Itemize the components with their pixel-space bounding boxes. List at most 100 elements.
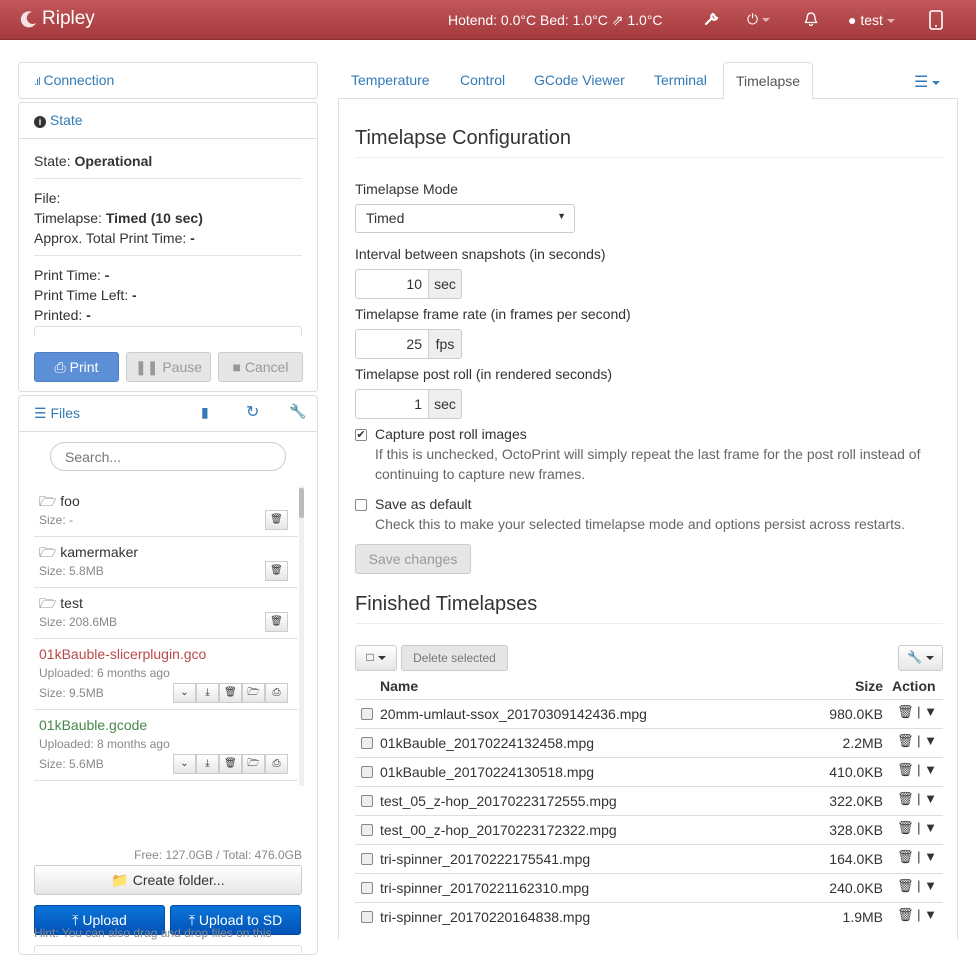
- state-header[interactable]: i State: [19, 103, 317, 139]
- trash-icon[interactable]: 🗑: [897, 704, 914, 719]
- trash-icon[interactable]: 🗑: [897, 849, 914, 864]
- download-icon[interactable]: ▼: [924, 791, 937, 806]
- print-file-button[interactable]: ⎙: [265, 754, 288, 774]
- table-row[interactable]: 20mm-umlaut-ssox_20170309142436.mpg 980.0…: [355, 699, 943, 728]
- col-name-header[interactable]: Name: [380, 678, 418, 694]
- row-checkbox[interactable]: [361, 795, 373, 807]
- bell-icon[interactable]: [804, 11, 818, 30]
- timelapse-file-name[interactable]: tri-spinner_20170220164838.mpg: [380, 909, 590, 925]
- delete-selected-button[interactable]: Delete selected: [401, 645, 508, 671]
- download-button[interactable]: ⤓: [196, 754, 219, 774]
- print-file-button[interactable]: ⎙: [265, 683, 288, 703]
- file-name[interactable]: 01kBauble.gcode: [39, 716, 293, 734]
- select-file-button[interactable]: ⌄: [173, 754, 196, 774]
- new-file-icon[interactable]: ▮: [201, 404, 209, 421]
- trash-icon[interactable]: 🗑: [897, 820, 914, 835]
- save-default-checkbox[interactable]: [355, 499, 367, 511]
- capture-postroll-label[interactable]: Capture post roll images: [375, 424, 527, 444]
- row-checkbox[interactable]: [361, 766, 373, 778]
- row-checkbox[interactable]: [361, 708, 373, 720]
- files-header[interactable]: ☰ Files ▮ ↻ 🔧: [19, 396, 317, 432]
- wrench-icon[interactable]: [704, 11, 720, 30]
- row-checkbox[interactable]: [361, 824, 373, 836]
- pause-button[interactable]: ❚❚ Pause: [126, 352, 211, 382]
- trash-icon[interactable]: 🗑: [897, 878, 914, 893]
- refresh-icon[interactable]: ↻: [246, 402, 259, 422]
- row-checkbox[interactable]: [361, 882, 373, 894]
- tab-timelapse[interactable]: Timelapse: [723, 62, 814, 100]
- select-file-button[interactable]: ⌄: [173, 683, 196, 703]
- table-row[interactable]: tri-spinner_20170221162310.mpg 240.0KB 🗑 |…: [355, 873, 943, 902]
- timelapse-file-name[interactable]: 20mm-umlaut-ssox_20170309142436.mpg: [380, 706, 647, 722]
- wrench-icon[interactable]: 🔧: [289, 403, 306, 420]
- cancel-button[interactable]: ■ Cancel: [218, 352, 303, 382]
- temperature-readout[interactable]: Hotend: 0.0°C Bed: 1.0°C ⇗ 1.0°C: [448, 12, 663, 29]
- file-list-scrollbar[interactable]: [299, 486, 304, 786]
- list-item[interactable]: 01kBauble-slicerplugin.gco Uploaded: 6 m…: [34, 639, 298, 710]
- tab-terminal[interactable]: Terminal: [654, 62, 707, 99]
- tab-gcode-viewer[interactable]: GCode Viewer: [534, 62, 625, 99]
- table-row[interactable]: test_05_z-hop_20170223172555.mpg 322.0KB 🗑…: [355, 786, 943, 815]
- timelapse-file-name[interactable]: tri-spinner_20170221162310.mpg: [380, 880, 589, 896]
- download-button[interactable]: ⤓: [196, 683, 219, 703]
- table-row[interactable]: 01kBauble_20170224130518.mpg 410.0KB 🗑 | ▼: [355, 757, 943, 786]
- framerate-input[interactable]: [355, 329, 429, 359]
- download-icon[interactable]: ▼: [924, 820, 937, 835]
- trash-icon[interactable]: 🗑: [897, 733, 914, 748]
- state-link[interactable]: State: [50, 112, 83, 128]
- create-folder-button[interactable]: 📁 Create folder...: [34, 865, 302, 895]
- power-menu[interactable]: ⏻: [747, 11, 771, 28]
- tab-control[interactable]: Control: [460, 62, 505, 99]
- save-changes-button[interactable]: Save changes: [355, 544, 471, 574]
- list-item[interactable]: 🗁 test Size: 208.6MB 🗑: [34, 588, 298, 639]
- print-button[interactable]: ⎙ Print: [34, 352, 119, 382]
- interval-input[interactable]: [355, 269, 429, 299]
- files-link[interactable]: Files: [50, 405, 80, 421]
- tab-overflow-menu[interactable]: ☰: [914, 62, 941, 99]
- list-item[interactable]: 🗁 foo Size: - 🗑: [34, 486, 298, 537]
- save-default-label[interactable]: Save as default: [375, 494, 472, 514]
- connection-link[interactable]: Connection: [43, 72, 114, 88]
- list-item[interactable]: 01kBauble.gcode Uploaded: 8 months ago S…: [34, 710, 298, 781]
- trash-icon[interactable]: 🗑: [897, 762, 914, 777]
- delete-button[interactable]: 🗑: [265, 561, 288, 581]
- delete-button[interactable]: 🗑: [265, 510, 288, 530]
- delete-button[interactable]: 🗑: [219, 754, 242, 774]
- mode-select[interactable]: Timed ▼: [355, 204, 575, 233]
- scrollbar-thumb[interactable]: [299, 488, 304, 518]
- row-checkbox[interactable]: [361, 737, 373, 749]
- col-size-header[interactable]: Size: [855, 678, 883, 694]
- timelapse-file-name[interactable]: tri-spinner_20170222175541.mpg: [380, 851, 590, 867]
- select-all-dropdown[interactable]: □: [355, 645, 397, 671]
- connection-header[interactable]: .ıl Connection: [19, 63, 317, 99]
- brand[interactable]: Ripley: [18, 8, 95, 30]
- move-button[interactable]: 🗁: [242, 754, 265, 774]
- move-button[interactable]: 🗁: [242, 683, 265, 703]
- trash-icon[interactable]: 🗑: [897, 791, 914, 806]
- trash-icon[interactable]: 🗑: [897, 907, 914, 922]
- mobile-icon[interactable]: [929, 10, 943, 33]
- download-icon[interactable]: ▼: [924, 704, 937, 719]
- table-row[interactable]: 01kBauble_20170224132458.mpg 2.2MB 🗑 | ▼: [355, 728, 943, 757]
- delete-button[interactable]: 🗑: [219, 683, 242, 703]
- timelapse-file-name[interactable]: test_00_z-hop_20170223172322.mpg: [380, 822, 617, 838]
- timelapse-file-name[interactable]: 01kBauble_20170224132458.mpg: [380, 735, 594, 751]
- timelapse-file-name[interactable]: test_05_z-hop_20170223172555.mpg: [380, 793, 617, 809]
- table-row[interactable]: tri-spinner_20170220164838.mpg 1.9MB 🗑 | ▼: [355, 902, 943, 931]
- table-row[interactable]: tri-spinner_20170222175541.mpg 164.0KB 🗑 |…: [355, 844, 943, 873]
- tab-temperature[interactable]: Temperature: [351, 62, 430, 99]
- table-row[interactable]: test_00_z-hop_20170223172322.mpg 328.0KB 🗑…: [355, 815, 943, 844]
- postroll-input[interactable]: [355, 389, 429, 419]
- download-icon[interactable]: ▼: [924, 733, 937, 748]
- delete-button[interactable]: 🗑: [265, 612, 288, 632]
- download-icon[interactable]: ▼: [924, 762, 937, 777]
- timelapse-options-dropdown[interactable]: 🔧: [898, 645, 943, 671]
- file-name[interactable]: 01kBauble-slicerplugin.gco: [39, 645, 293, 663]
- row-checkbox[interactable]: [361, 911, 373, 923]
- file-search-input[interactable]: [50, 442, 286, 471]
- download-icon[interactable]: ▼: [924, 849, 937, 864]
- timelapse-file-name[interactable]: 01kBauble_20170224130518.mpg: [380, 764, 594, 780]
- list-item[interactable]: 🗁 kamermaker Size: 5.8MB 🗑: [34, 537, 298, 588]
- download-icon[interactable]: ▼: [924, 907, 937, 922]
- download-icon[interactable]: ▼: [924, 878, 937, 893]
